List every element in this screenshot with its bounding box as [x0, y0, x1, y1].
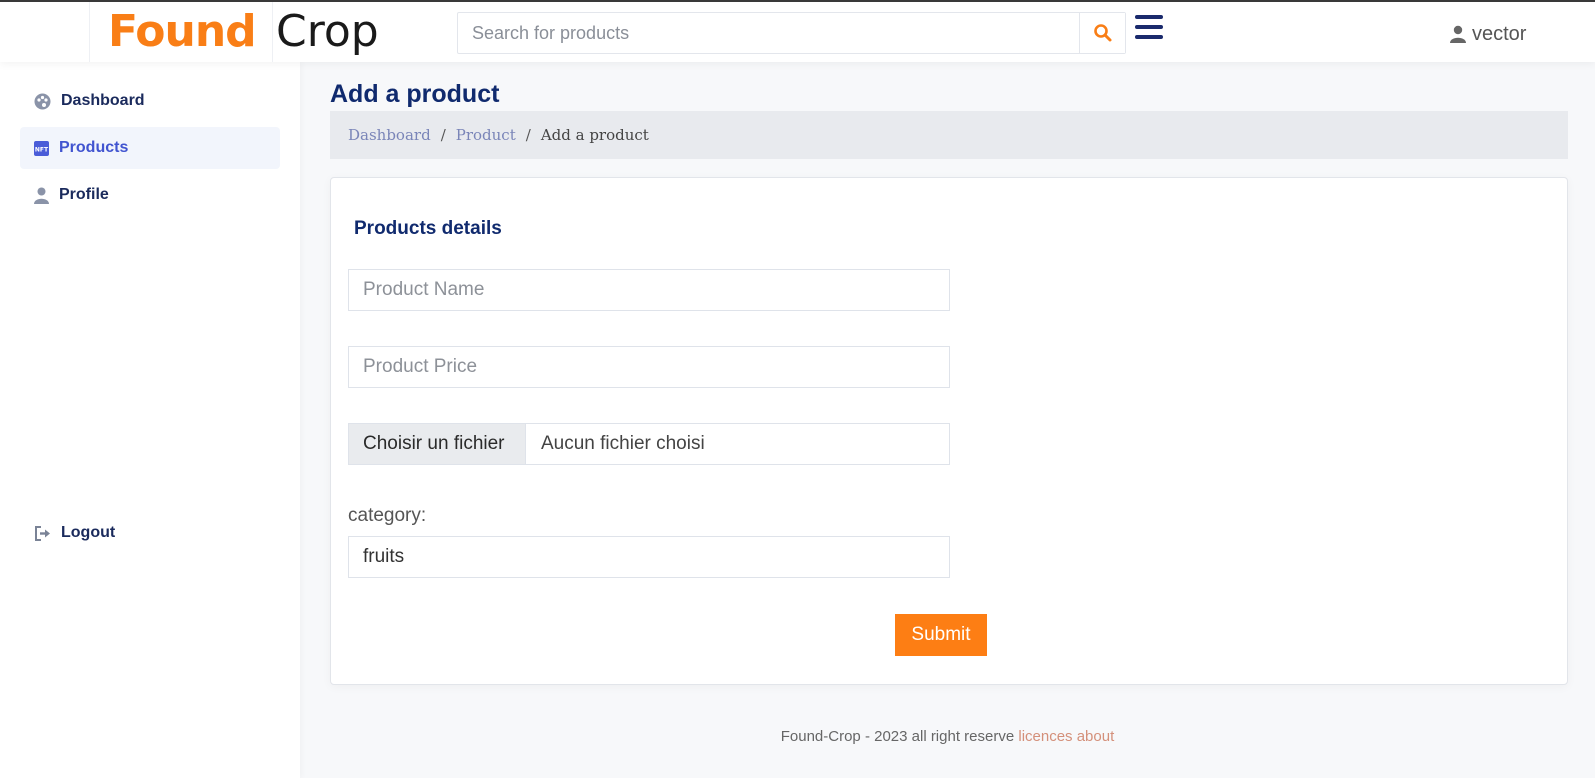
- brand-logo-crop[interactable]: Crop: [276, 6, 379, 57]
- search-bar: [457, 12, 1126, 54]
- user-icon: [34, 187, 49, 204]
- sidebar: Dashboard NFT Products Profile Logout: [0, 62, 300, 778]
- user-menu[interactable]: vector: [1450, 22, 1526, 46]
- main-content: Add a product Dashboard / Product / Add …: [300, 62, 1595, 778]
- username: vector: [1472, 22, 1527, 45]
- nft-icon: NFT: [34, 140, 49, 156]
- top-navbar: Found Crop vector: [0, 2, 1595, 62]
- sidebar-item-label: Dashboard: [61, 92, 145, 109]
- svg-text:NFT: NFT: [35, 146, 49, 153]
- choose-file-button[interactable]: Choisir un fichier: [349, 424, 526, 464]
- form-section-title: Products details: [354, 218, 502, 239]
- breadcrumb-current: Add a product: [540, 126, 649, 144]
- sidebar-item-logout[interactable]: Logout: [20, 512, 280, 554]
- sidebar-item-label: Logout: [61, 524, 116, 541]
- product-form-card: Products details Choisir un fichier Aucu…: [330, 177, 1568, 685]
- product-name-input[interactable]: [349, 270, 949, 310]
- file-upload-field: Choisir un fichier Aucun fichier choisi: [348, 423, 950, 465]
- footer: Found-Crop - 2023 all right reserve lice…: [300, 728, 1595, 745]
- breadcrumb-product-link[interactable]: Product: [456, 126, 516, 144]
- category-selected-value: fruits: [363, 546, 405, 567]
- submit-button[interactable]: Submit: [895, 614, 987, 656]
- footer-copyright: Found-Crop - 2023 all right reserve: [780, 728, 1015, 745]
- breadcrumb: Dashboard / Product / Add a product: [330, 111, 1568, 159]
- file-status-text: Aucun fichier choisi: [541, 433, 705, 454]
- breadcrumb-separator: /: [440, 126, 446, 144]
- category-select[interactable]: fruits: [348, 536, 950, 578]
- user-icon: [1450, 25, 1466, 43]
- breadcrumb-dashboard-link[interactable]: Dashboard: [348, 126, 431, 144]
- product-price-input[interactable]: [349, 347, 949, 387]
- search-icon: [1093, 24, 1111, 42]
- search-button[interactable]: [1079, 13, 1125, 53]
- palette-icon: [34, 93, 51, 109]
- hamburger-icon[interactable]: [1135, 15, 1163, 41]
- logout-icon: [35, 525, 50, 541]
- sidebar-item-label: Products: [59, 139, 129, 156]
- footer-links[interactable]: licences about: [1018, 728, 1114, 745]
- sidebar-item-dashboard[interactable]: Dashboard: [20, 80, 280, 122]
- breadcrumb-separator: /: [525, 126, 531, 144]
- product-price-field: [348, 346, 950, 388]
- category-label: category:: [348, 505, 427, 526]
- search-input[interactable]: [458, 13, 1079, 53]
- page-title: Add a product: [330, 80, 500, 108]
- brand-logo-found[interactable]: Found: [108, 6, 257, 57]
- sidebar-item-profile[interactable]: Profile: [20, 174, 280, 216]
- sidebar-item-products[interactable]: NFT Products: [20, 127, 280, 169]
- sidebar-item-label: Profile: [59, 186, 109, 203]
- product-name-field: [348, 269, 950, 311]
